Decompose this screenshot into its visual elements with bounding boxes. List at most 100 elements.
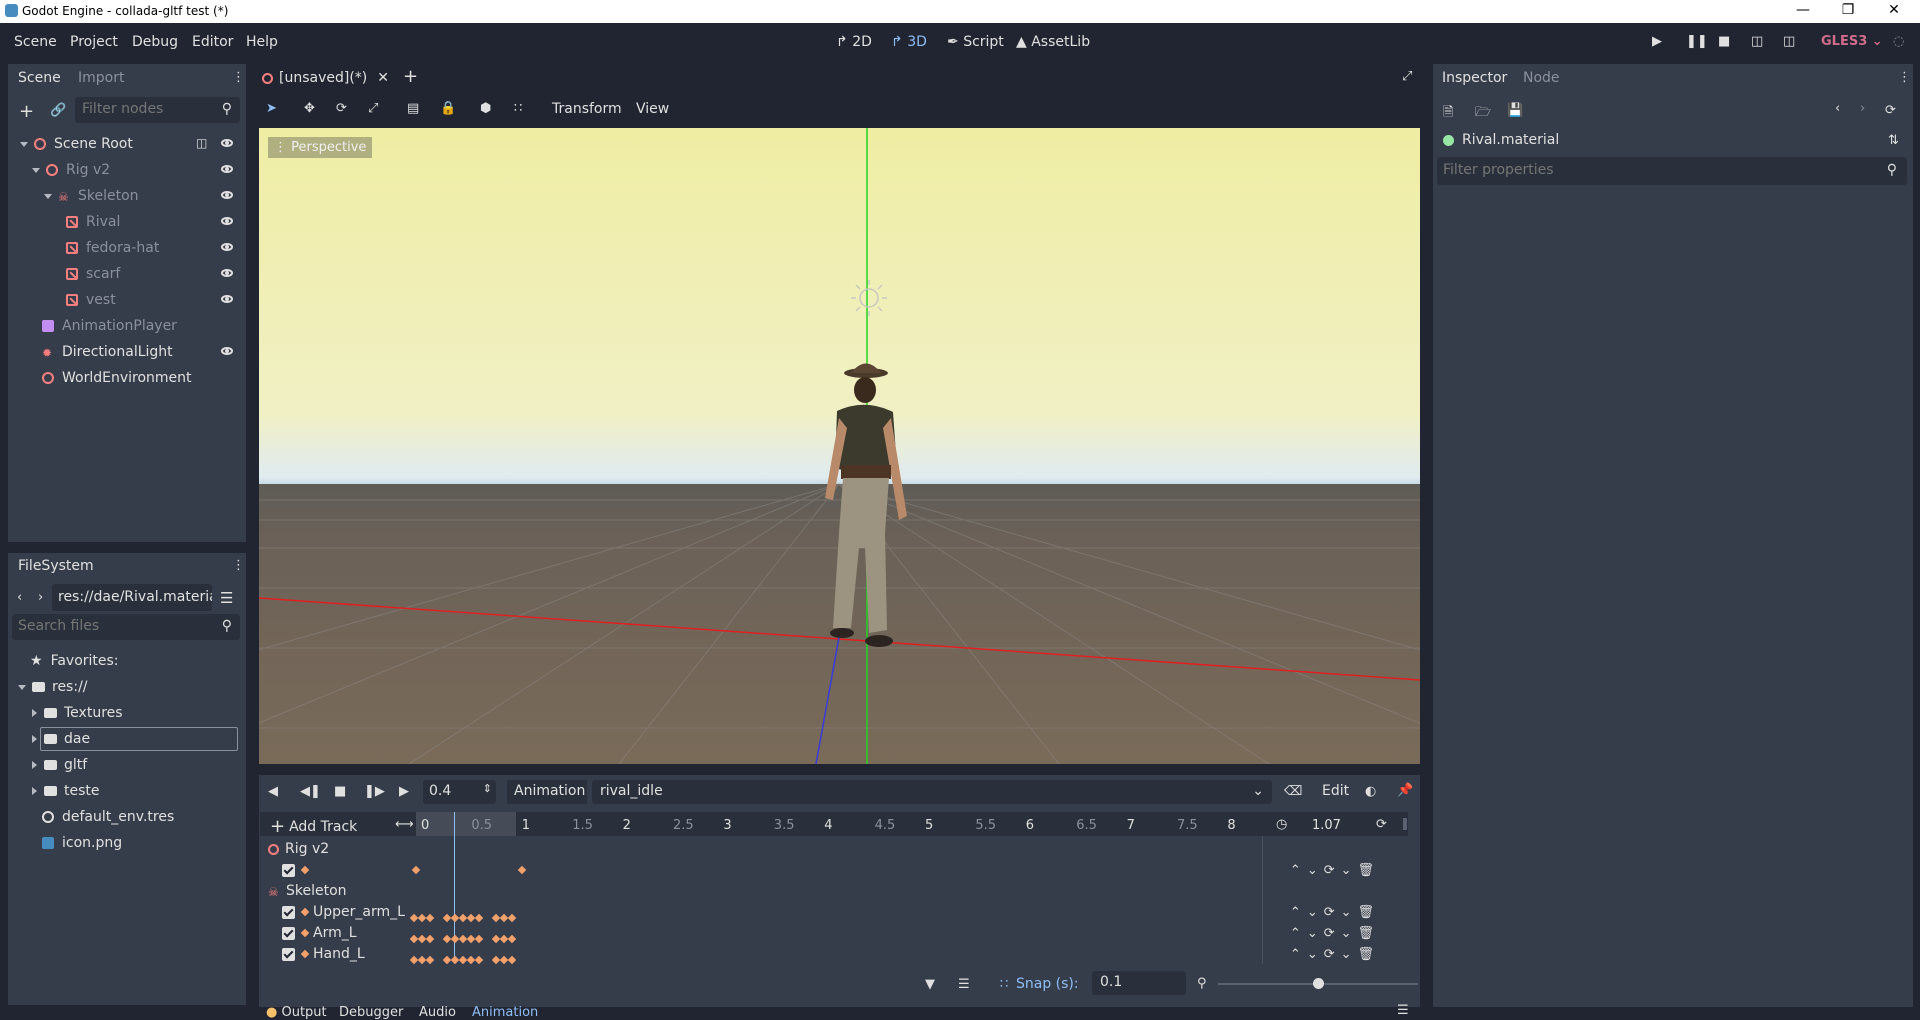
dock-menu-icon[interactable]: ⋮	[232, 70, 245, 85]
fs-item-gltf[interactable]: gltf	[32, 753, 87, 777]
mode-3d-button[interactable]: ↱ 3D	[891, 34, 927, 50]
timeline-scrollbar[interactable]	[1403, 818, 1407, 830]
fs-item-res[interactable]: res://	[18, 675, 88, 699]
expand-arrow-icon[interactable]	[32, 761, 37, 769]
zoom-slider-handle[interactable]	[1313, 978, 1324, 989]
play-icon[interactable]: ▶	[1652, 34, 1662, 49]
track-group-skeleton[interactable]: ☠ Skeleton	[260, 881, 1408, 901]
mode-script-button[interactable]: ✒ Script	[947, 34, 1004, 50]
tree-item-scarf[interactable]: scarf	[66, 262, 120, 286]
group-tracks-icon[interactable]: ☰	[958, 977, 970, 992]
scale-tool-icon[interactable]: ⤢	[368, 101, 378, 116]
transform-menu[interactable]: Transform	[552, 101, 622, 117]
snap-field[interactable]: 0.1	[1092, 971, 1186, 995]
history-icon[interactable]: ⟳	[1885, 103, 1896, 118]
visibility-eye-icon[interactable]	[221, 165, 233, 173]
track-row[interactable]: ⌃⌄⟳⌄🗑	[260, 860, 1408, 880]
select-tool-icon[interactable]: ➤	[266, 101, 277, 116]
fs-item-dae[interactable]: dae	[32, 727, 90, 751]
onion-skin-icon[interactable]: ◐	[1365, 784, 1376, 799]
bottom-tab-output[interactable]: ● Output	[266, 1005, 327, 1020]
menu-scene[interactable]: Scene	[14, 34, 57, 50]
add-node-icon[interactable]: +	[19, 101, 34, 122]
perspective-menu[interactable]: ⋮ Perspective	[268, 137, 373, 158]
view-menu[interactable]: View	[636, 101, 669, 117]
play-scene-icon[interactable]: ◫	[1751, 34, 1763, 49]
stop-icon[interactable]: ■	[1718, 34, 1730, 49]
new-resource-icon[interactable]: 🗎	[1443, 103, 1453, 125]
snap-icon[interactable]: ∷	[514, 101, 522, 116]
visibility-eye-icon[interactable]	[221, 217, 233, 225]
autoplay-icon[interactable]: ⌫	[1284, 784, 1302, 799]
3d-viewport[interactable]: ⋮ Perspective	[259, 128, 1420, 764]
forward-icon[interactable]: ›	[38, 590, 43, 605]
zoom-width-icon[interactable]: ⟷	[395, 817, 414, 832]
spinner-arrows-icon[interactable]: ⇕	[483, 782, 492, 795]
tree-item-worldenvironment[interactable]: WorldEnvironment	[42, 366, 192, 390]
play-backwards-icon[interactable]: ◀	[268, 784, 278, 799]
collapse-arrow-icon[interactable]	[44, 193, 52, 199]
path-field[interactable]: res://dae/Rival.material	[52, 584, 212, 611]
scene-instance-icon[interactable]: ◫	[196, 136, 207, 150]
menu-project[interactable]: Project	[70, 34, 118, 50]
history-back-icon[interactable]: ‹	[1835, 101, 1840, 116]
track-enabled-checkbox[interactable]	[282, 905, 295, 919]
back-icon[interactable]: ‹	[17, 590, 22, 605]
tree-item-fedora-hat[interactable]: fedora-hat	[66, 236, 159, 260]
move-tool-icon[interactable]: ✥	[304, 101, 315, 116]
play-from-start-icon[interactable]: ❚▶	[364, 784, 385, 799]
menu-help[interactable]: Help	[246, 34, 278, 50]
tree-item-skeleton[interactable]: ☠ Skeleton	[44, 184, 139, 208]
menu-editor[interactable]: Editor	[192, 34, 233, 50]
track-group-rig[interactable]: Rig v2	[260, 839, 1408, 859]
pin-icon[interactable]: 📌	[1397, 783, 1413, 798]
list-select-icon[interactable]: ▤	[407, 101, 419, 116]
object-properties-icon[interactable]: ⇅	[1888, 133, 1899, 148]
mode-assetlib-button[interactable]: ▲ AssetLib	[1016, 34, 1090, 50]
add-scene-tab-icon[interactable]: +	[403, 66, 418, 87]
track-tools[interactable]: ⌃⌄⟳⌄🗑	[1290, 905, 1380, 920]
open-resource-icon[interactable]: 🗁	[1475, 103, 1491, 125]
tree-item-animationplayer[interactable]: AnimationPlayer	[42, 314, 177, 338]
tree-item-rival[interactable]: Rival	[66, 210, 120, 234]
length-value[interactable]: 1.07	[1312, 818, 1341, 833]
maximize-icon[interactable]: ❐	[1838, 2, 1858, 18]
fs-item-textures[interactable]: Textures	[32, 701, 123, 725]
link-icon[interactable]: 🔗	[50, 103, 66, 118]
collapse-arrow-icon[interactable]	[32, 167, 40, 173]
expand-arrow-icon[interactable]	[32, 735, 37, 743]
close-window-icon[interactable]: ✕	[1884, 2, 1904, 18]
renderer-select[interactable]: GLES3 ⌄	[1821, 34, 1883, 49]
track-enabled-checkbox[interactable]	[282, 863, 295, 877]
filter-icon[interactable]: ▼	[925, 977, 935, 992]
track-tools[interactable]: ⌃⌄⟳⌄🗑	[1290, 863, 1380, 878]
play-backwards-from-end-icon[interactable]: ◀❚	[300, 784, 321, 799]
mode-2d-button[interactable]: ↱ 2D	[836, 34, 872, 50]
loop-icon[interactable]: ⟳	[1376, 817, 1387, 832]
time-field[interactable]: 0.4 ⇕	[423, 780, 496, 804]
bottom-tab-animation[interactable]: Animation	[472, 1005, 538, 1020]
save-resource-icon[interactable]: 💾	[1507, 103, 1523, 118]
fs-item-default-env[interactable]: default_env.tres	[42, 805, 174, 829]
keyframe-cluster[interactable]	[409, 909, 517, 925]
dock-menu-icon[interactable]: ⋮	[1898, 70, 1911, 85]
inspected-resource[interactable]: Rival.material	[1443, 132, 1559, 148]
collapse-arrow-icon[interactable]	[20, 141, 28, 147]
minimize-icon[interactable]: —	[1793, 2, 1813, 18]
expand-arrow-icon[interactable]	[32, 709, 37, 717]
collapse-arrow-icon[interactable]	[18, 684, 26, 690]
filter-nodes-input[interactable]	[75, 97, 215, 121]
track-tools[interactable]: ⌃⌄⟳⌄🗑	[1290, 947, 1380, 962]
lock-icon[interactable]: 🔒	[440, 101, 456, 116]
bottom-tab-audio[interactable]: Audio	[419, 1005, 456, 1020]
keyframe-cluster[interactable]	[409, 951, 517, 967]
fs-favorites[interactable]: ★ Favorites:	[30, 649, 119, 673]
stop-animation-icon[interactable]: ■	[334, 784, 346, 799]
play-animation-icon[interactable]: ▶	[399, 784, 409, 799]
dock-menu-icon[interactable]: ⋮	[232, 558, 245, 573]
fs-item-icon-png[interactable]: icon.png	[42, 831, 122, 855]
bottom-tab-debugger[interactable]: Debugger	[339, 1005, 403, 1020]
expand-panel-icon[interactable]: ☰	[1397, 1003, 1409, 1018]
visibility-eye-icon[interactable]	[221, 139, 233, 147]
filter-properties-input[interactable]	[1437, 157, 1867, 183]
